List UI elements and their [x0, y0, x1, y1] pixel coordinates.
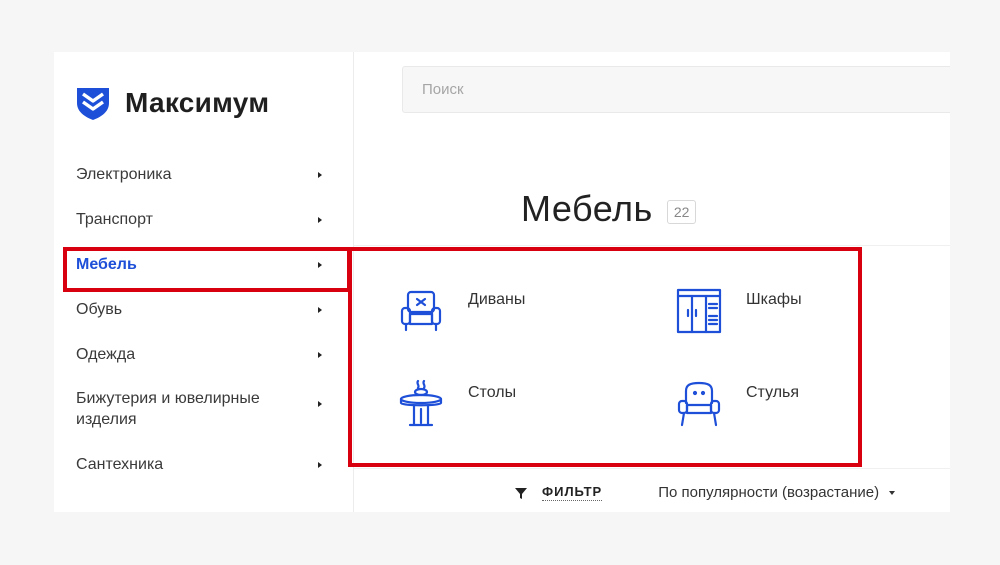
page-frame: Максимум Электроника Транспорт Мебель Об…: [54, 52, 950, 512]
chevron-right-icon: [318, 261, 322, 268]
page-title: Мебель 22: [521, 188, 697, 230]
table-icon: [399, 379, 443, 427]
sidebar-item-jewelry[interactable]: Бижутерия и ювелирные изделия: [54, 377, 354, 442]
subcategory-label: Диваны: [468, 291, 526, 308]
filter-label: ФИЛЬТР: [542, 484, 603, 501]
sidebar-item-furniture[interactable]: Мебель: [54, 242, 354, 287]
subcategory-wardrobes[interactable]: Шкафы: [676, 286, 802, 336]
sidebar-item-label: Сантехника: [76, 456, 164, 473]
brand-name: Максимум: [125, 87, 270, 118]
search-bar: [402, 66, 950, 113]
chair-icon: [677, 381, 721, 427]
chevron-right-icon: [318, 351, 322, 358]
subcategory-label: Стулья: [746, 384, 800, 401]
category-menu: Электроника Транспорт Мебель Обувь Одежд…: [54, 152, 354, 487]
chevron-right-icon: [318, 171, 322, 178]
funnel-icon: [515, 487, 527, 499]
subcategory-chairs[interactable]: Стулья: [676, 379, 799, 429]
sidebar-item-label: Транспорт: [76, 211, 153, 228]
sidebar: Максимум Электроника Транспорт Мебель Об…: [54, 52, 354, 512]
sidebar-item-electronics[interactable]: Электроника: [54, 152, 354, 197]
chevron-right-icon: [318, 306, 322, 313]
sort-label: По популярности (возрастание): [658, 484, 880, 501]
filter-button[interactable]: ФИЛЬТР: [514, 484, 603, 501]
page-title-text: Мебель: [521, 188, 653, 229]
chevron-right-icon: [318, 461, 322, 468]
armchair-sofa-icon: [400, 290, 442, 332]
sort-dropdown[interactable]: По популярности (возрастание): [658, 484, 896, 501]
subcategory-tables[interactable]: Столы: [398, 379, 516, 429]
sidebar-item-label: Обувь: [76, 301, 123, 318]
chevron-right-icon: [318, 216, 322, 223]
sidebar-item-label: Электроника: [76, 166, 172, 183]
shield-chevron-logo-icon: [77, 88, 109, 120]
subcategory-label: Шкафы: [746, 291, 802, 308]
sidebar-item-label: Мебель: [76, 256, 137, 273]
subcategory-sofas[interactable]: Диваны: [398, 286, 525, 336]
list-toolbar: ФИЛЬТР По популярности (возрастание): [514, 484, 896, 501]
sidebar-item-shoes[interactable]: Обувь: [54, 287, 354, 332]
wardrobe-icon: [676, 288, 722, 334]
sidebar-item-plumbing[interactable]: Сантехника: [54, 442, 354, 487]
sidebar-item-clothing[interactable]: Одежда: [54, 332, 354, 377]
count-badge: 22: [666, 200, 697, 224]
subcategory-label: Столы: [468, 384, 517, 401]
subcategory-panel: Диваны Шкафы Столы Стулья: [354, 245, 950, 469]
logo[interactable]: Максимум: [75, 85, 269, 121]
chevron-right-icon: [318, 401, 322, 407]
caret-down-icon: [889, 490, 896, 495]
sidebar-item-transport[interactable]: Транспорт: [54, 197, 354, 242]
sidebar-item-label: Бижутерия и ювелирные изделия: [76, 390, 260, 428]
sidebar-item-label: Одежда: [76, 346, 136, 363]
search-input[interactable]: [403, 67, 950, 112]
